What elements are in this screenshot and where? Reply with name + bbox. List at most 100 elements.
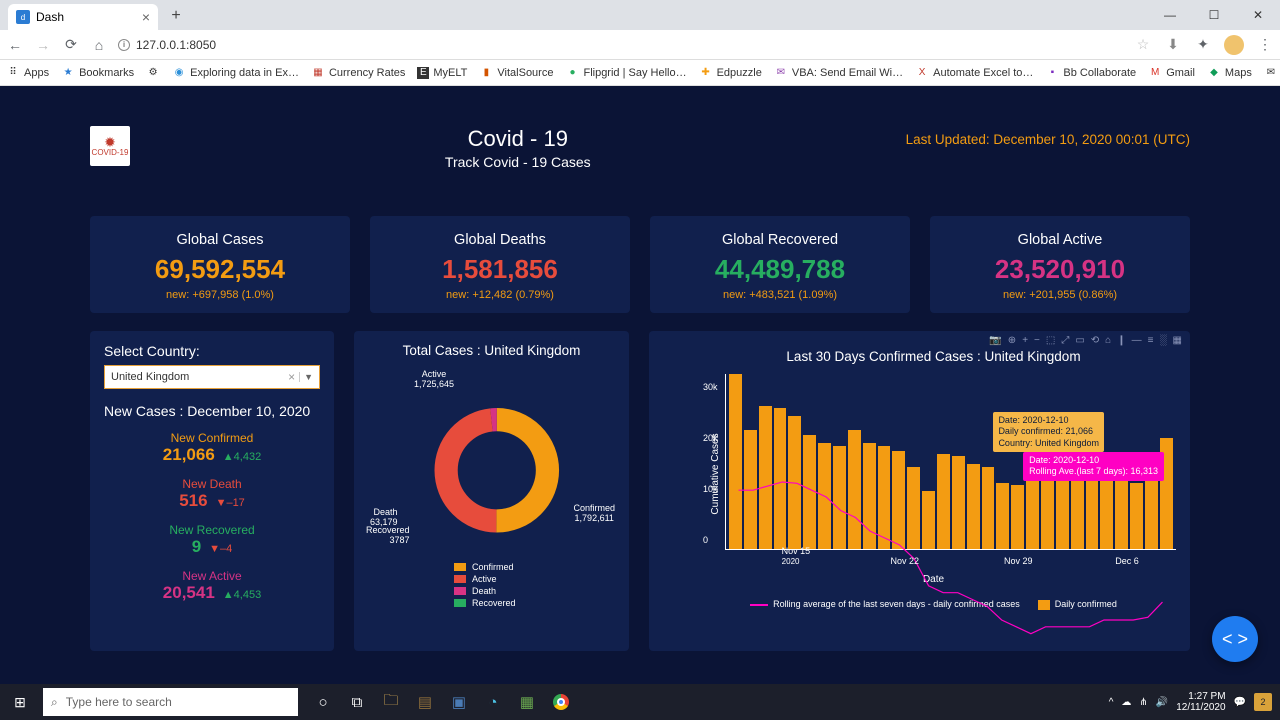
close-window-button[interactable]: ✕: [1236, 0, 1280, 30]
download-icon[interactable]: ⬇: [1164, 36, 1182, 53]
bar[interactable]: [982, 467, 995, 549]
legend-item[interactable]: Recovered: [454, 598, 619, 608]
bookmark-item[interactable]: ▮VitalSource: [479, 66, 553, 80]
legend-item[interactable]: Death: [454, 586, 619, 596]
extensions-icon[interactable]: ✦: [1194, 36, 1212, 53]
bar[interactable]: [892, 451, 905, 549]
bar[interactable]: [1086, 469, 1099, 549]
legend-item[interactable]: Confirmed: [454, 562, 619, 572]
chart-tool-icon[interactable]: 📷: [989, 335, 1001, 346]
chart-tool-icon[interactable]: ⌂: [1105, 335, 1111, 346]
wifi-icon[interactable]: ⋔: [1139, 697, 1147, 708]
bar[interactable]: [952, 456, 965, 549]
bar[interactable]: [907, 467, 920, 549]
bookmark-item[interactable]: ✚Edpuzzle: [699, 66, 762, 80]
legend-item[interactable]: Active: [454, 574, 619, 584]
legend-item[interactable]: Rolling average of the last seven days -…: [750, 599, 1020, 610]
bookmark-item[interactable]: ◆Maps: [1207, 66, 1252, 80]
close-icon[interactable]: ×: [142, 9, 150, 25]
bar[interactable]: [1011, 485, 1024, 549]
chart-tool-icon[interactable]: +: [1022, 335, 1028, 346]
file-explorer-icon[interactable]: 🗀: [375, 684, 407, 720]
maximize-button[interactable]: ☐: [1192, 0, 1236, 30]
bookmark-item[interactable]: ●Flipgrid | Say Hello…: [565, 66, 686, 80]
bar[interactable]: [788, 416, 801, 549]
notification-badge[interactable]: 2: [1254, 693, 1272, 711]
country-select[interactable]: United Kingdom × ▼: [104, 365, 320, 389]
legend-item[interactable]: Daily confirmed: [1038, 599, 1117, 610]
bar[interactable]: [922, 491, 935, 549]
site-info-icon[interactable]: i: [118, 39, 130, 51]
tray-chevron-icon[interactable]: ^: [1109, 697, 1114, 708]
notification-icon[interactable]: 💬: [1234, 697, 1246, 708]
chart-tool-icon[interactable]: ≡: [1148, 335, 1154, 346]
chevron-down-icon[interactable]: ▼: [299, 372, 313, 382]
profile-avatar[interactable]: [1224, 35, 1244, 55]
taskbar-app-icon[interactable]: ▦: [511, 684, 543, 720]
bar[interactable]: [967, 464, 980, 549]
bar[interactable]: [774, 408, 787, 549]
home-icon[interactable]: ⌂: [90, 37, 108, 53]
url-text[interactable]: 127.0.0.1:8050: [136, 38, 216, 52]
chrome-icon[interactable]: [545, 684, 577, 720]
new-tab-button[interactable]: +: [164, 4, 188, 28]
volume-icon[interactable]: 🔊: [1156, 697, 1168, 708]
cloud-icon[interactable]: ☁: [1121, 697, 1131, 708]
taskbar-search[interactable]: ⌕ Type here to search: [43, 688, 298, 716]
chart-tool-icon[interactable]: −: [1034, 335, 1040, 346]
forward-icon[interactable]: →: [34, 37, 52, 53]
minimize-button[interactable]: —: [1148, 0, 1192, 30]
bookmark-item[interactable]: MGmail: [1148, 66, 1195, 80]
bar-chart[interactable]: Cumulative Cases 0 10k 20k 30k Date: 202…: [707, 374, 1180, 574]
bookmark-item[interactable]: ◉Exploring data in Ex…: [172, 66, 299, 80]
bar[interactable]: [878, 446, 891, 549]
chart-tool-icon[interactable]: ⤢: [1061, 335, 1069, 346]
bookmark-item[interactable]: ▪Bb Collaborate: [1045, 66, 1136, 80]
browser-tab[interactable]: d Dash ×: [8, 4, 158, 30]
task-view-icon[interactable]: ⧉: [341, 684, 373, 720]
chart-tool-icon[interactable]: ▭: [1075, 335, 1084, 346]
bar[interactable]: [818, 443, 831, 549]
menu-icon[interactable]: ⋮: [1256, 36, 1274, 53]
bar[interactable]: [937, 454, 950, 549]
bar[interactable]: [1130, 483, 1143, 549]
reload-icon[interactable]: ⟳: [62, 36, 80, 53]
chart-tool-icon[interactable]: ⬚: [1046, 335, 1055, 346]
bar[interactable]: [803, 435, 816, 549]
star-icon[interactable]: ☆: [1134, 36, 1152, 53]
edge-icon[interactable]: ◔: [477, 684, 509, 720]
bookmark-item[interactable]: ✉VBA: Send Email Wi…: [774, 66, 903, 80]
bar[interactable]: [996, 483, 1009, 549]
bar[interactable]: [759, 406, 772, 549]
taskbar-clock[interactable]: 1:27 PM 12/11/2020: [1176, 691, 1225, 714]
chart-tool-icon[interactable]: ░: [1159, 335, 1166, 346]
chart-tool-icon[interactable]: ❙: [1117, 335, 1125, 346]
bar[interactable]: [1056, 472, 1069, 549]
bar[interactable]: [833, 446, 846, 549]
bar[interactable]: [744, 430, 757, 549]
bar[interactable]: [1115, 472, 1128, 549]
bookmark-item[interactable]: ▦Currency Rates: [311, 66, 405, 80]
chart-tool-icon[interactable]: ⊕: [1008, 335, 1016, 346]
bar[interactable]: [729, 374, 742, 549]
chart-tool-icon[interactable]: ▦: [1173, 335, 1182, 346]
bar[interactable]: [1026, 477, 1039, 549]
bookmark-item[interactable]: ⚙: [146, 66, 160, 80]
bar[interactable]: [848, 430, 861, 549]
taskbar-app-icon[interactable]: ▣: [443, 684, 475, 720]
back-icon[interactable]: ←: [6, 37, 24, 53]
bookmark-item[interactable]: ✉mobeenali967@ya…: [1264, 66, 1280, 80]
floating-action-button[interactable]: < >: [1212, 616, 1258, 662]
chart-tool-icon[interactable]: ⟲: [1091, 335, 1099, 346]
cortana-icon[interactable]: ○: [307, 684, 339, 720]
bar[interactable]: [863, 443, 876, 549]
bookmark-item[interactable]: EMyELT: [417, 67, 467, 79]
bookmark-item[interactable]: XAutomate Excel to…: [915, 66, 1033, 80]
apps-button[interactable]: ⠿Apps: [6, 66, 49, 80]
clear-icon[interactable]: ×: [284, 370, 299, 384]
chart-tool-icon[interactable]: —: [1132, 335, 1142, 346]
start-button[interactable]: ⊞: [0, 684, 40, 720]
bookmark-item[interactable]: ★Bookmarks: [61, 66, 134, 80]
taskbar-app-icon[interactable]: ▤: [409, 684, 441, 720]
donut-chart[interactable]: Active1,725,645 Confirmed1,792,611 Death…: [364, 370, 619, 560]
